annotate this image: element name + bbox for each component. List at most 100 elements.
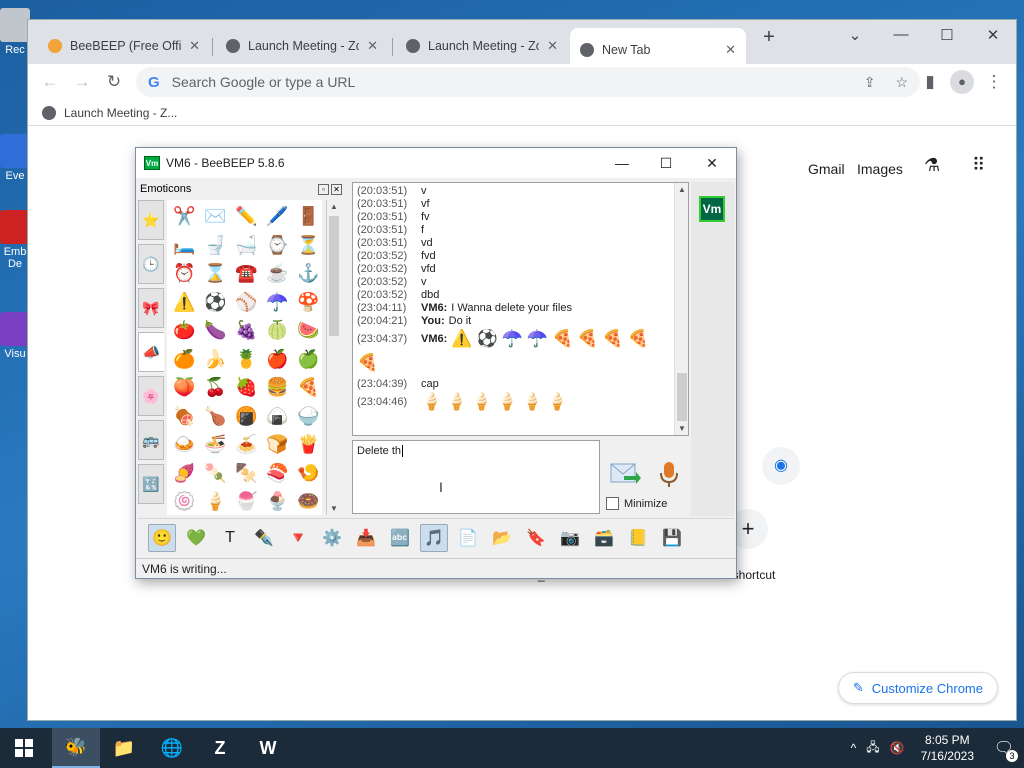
emoticon-item[interactable]: 🍖 xyxy=(169,402,200,431)
emoticon-category-tab[interactable]: ⭐ xyxy=(138,200,164,240)
emoticon-item[interactable]: ☕ xyxy=(262,259,293,288)
emoticon-item[interactable]: ⌛ xyxy=(200,259,231,288)
beebeep-taskbar-icon[interactable]: 🐝 xyxy=(52,728,100,768)
toolbar-button[interactable]: 🗃️ xyxy=(590,524,618,552)
emoticon-category-tab[interactable]: 🔣 xyxy=(138,464,164,504)
scroll-down-icon[interactable]: ▼ xyxy=(675,424,688,433)
close-tab-icon[interactable]: ✕ xyxy=(367,38,378,54)
emoticon-category-tab[interactable]: 🚌 xyxy=(138,420,164,460)
close-tab-icon[interactable]: ✕ xyxy=(725,42,736,58)
emoticon-item[interactable]: ⚽ xyxy=(200,288,231,317)
maximize-icon[interactable]: ☐ xyxy=(932,26,962,44)
profile-avatar-icon[interactable]: ● xyxy=(950,70,974,94)
emoticon-item[interactable]: 🍔 xyxy=(262,373,293,402)
emoticon-item[interactable]: 🍜 xyxy=(200,430,231,459)
emoticon-item[interactable]: 🍨 xyxy=(262,487,293,516)
scroll-up-icon[interactable]: ▲ xyxy=(327,202,341,211)
desktop-icon-visu[interactable]: Visu xyxy=(0,312,30,360)
emoticon-category-tab[interactable]: 📣 xyxy=(138,332,164,372)
emoticon-item[interactable]: 🍒 xyxy=(200,373,231,402)
minimize-icon[interactable]: — xyxy=(886,26,916,43)
network-icon[interactable]: 🖧 xyxy=(862,738,883,759)
emoticon-item[interactable]: 🍦 xyxy=(200,487,231,516)
minimize-checkbox[interactable]: Minimize xyxy=(606,497,667,510)
emoticon-item[interactable]: ✂️ xyxy=(169,202,200,231)
emoticon-item[interactable]: 🍑 xyxy=(169,373,200,402)
maximize-icon[interactable]: ☐ xyxy=(646,152,686,174)
checkbox-box[interactable] xyxy=(606,497,619,510)
close-tab-icon[interactable]: ✕ xyxy=(547,38,558,54)
send-message-icon[interactable] xyxy=(610,460,642,488)
tab-launch-meeting-1[interactable]: Launch Meeting - Zo ✕ xyxy=(216,28,388,64)
w-app-taskbar-icon[interactable]: W xyxy=(244,728,292,768)
close-panel-icon[interactable]: ✕ xyxy=(331,183,342,195)
emoticon-scrollbar[interactable]: ▲ ▼ xyxy=(326,200,340,515)
desktop-icon-emb[interactable]: Emb De xyxy=(0,210,30,270)
emoticon-item[interactable]: 🍍 xyxy=(231,345,262,374)
toolbar-button[interactable]: 📷 xyxy=(556,524,584,552)
chrome-taskbar-icon[interactable]: 🌐 xyxy=(148,728,196,768)
back-icon[interactable]: ← xyxy=(38,70,62,94)
emoticon-item[interactable]: 🍏 xyxy=(293,345,324,374)
close-tab-icon[interactable]: ✕ xyxy=(189,38,200,54)
toolbar-button[interactable]: 🔤 xyxy=(386,524,414,552)
tab-search-icon[interactable]: ⌄ xyxy=(840,26,870,44)
toolbar-button[interactable]: T xyxy=(216,524,244,552)
start-button[interactable] xyxy=(0,728,48,768)
emoticon-item[interactable]: 🍠 xyxy=(169,459,200,488)
menu-dots-icon[interactable]: ⋮ xyxy=(982,70,1006,94)
emoticon-item[interactable]: 🍅 xyxy=(169,316,200,345)
emoticon-item[interactable]: ✉️ xyxy=(200,202,231,231)
emoticon-item[interactable]: 🍌 xyxy=(200,345,231,374)
emoticon-item[interactable]: 🍈 xyxy=(262,316,293,345)
apps-grid-icon[interactable]: ⠿ xyxy=(972,155,985,176)
emoticon-item[interactable]: 🍉 xyxy=(293,316,324,345)
emoticon-item[interactable]: ✏️ xyxy=(231,202,262,231)
bookmark-launch-meeting[interactable]: Launch Meeting - Z... xyxy=(64,106,177,120)
emoticon-category-tab[interactable]: 🌸 xyxy=(138,376,164,416)
scroll-down-icon[interactable]: ▼ xyxy=(327,504,341,513)
minimize-icon[interactable]: — xyxy=(602,152,642,174)
emoticon-item[interactable]: 🍧 xyxy=(231,487,262,516)
emoticon-item[interactable]: ⚓ xyxy=(293,259,324,288)
toolbar-button[interactable]: 🔻 xyxy=(284,524,312,552)
gmail-link[interactable]: Gmail xyxy=(808,161,845,177)
emoticon-item[interactable]: ⚠️ xyxy=(169,288,200,317)
images-link[interactable]: Images xyxy=(857,161,903,177)
tab-beebeep[interactable]: BeeBEEP (Free Office ✕ xyxy=(38,28,210,64)
emoticon-item[interactable]: 🍎 xyxy=(262,345,293,374)
toolbar-button[interactable]: 💾 xyxy=(658,524,686,552)
emoticon-category-tab[interactable]: 🎀 xyxy=(138,288,164,328)
file-explorer-taskbar-icon[interactable]: 📁 xyxy=(100,728,148,768)
emoticon-item[interactable]: ⏰ xyxy=(169,259,200,288)
chat-scrollbar[interactable]: ▲ ▼ xyxy=(674,183,688,435)
emoticon-item[interactable]: ⌚ xyxy=(262,231,293,260)
emoticon-item[interactable]: 🍞 xyxy=(262,430,293,459)
emoticon-item[interactable]: 🍤 xyxy=(293,459,324,488)
toolbar-button[interactable]: 🔖 xyxy=(522,524,550,552)
emoticon-item[interactable]: 🍩 xyxy=(293,487,324,516)
close-window-icon[interactable]: ✕ xyxy=(978,26,1008,44)
emoticon-item[interactable]: 🚪 xyxy=(293,202,324,231)
reload-icon[interactable]: ↻ xyxy=(102,70,126,94)
omnibox[interactable]: G Search Google or type a URL ⇪ ☆ xyxy=(136,67,920,97)
user-avatar-vm6[interactable]: Vm xyxy=(699,196,725,222)
voice-message-icon[interactable] xyxy=(658,460,680,490)
emoticon-item[interactable]: 🍢 xyxy=(231,459,262,488)
bookmark-star-icon[interactable]: ☆ xyxy=(895,74,908,91)
emoticon-item[interactable]: 🍛 xyxy=(169,430,200,459)
labs-flask-icon[interactable]: ⚗ xyxy=(924,155,940,176)
tray-chevron-icon[interactable]: ^ xyxy=(845,741,863,755)
toolbar-button[interactable]: 📥 xyxy=(352,524,380,552)
emoticon-item[interactable]: ☂️ xyxy=(262,288,293,317)
emoticon-item[interactable]: 🛏️ xyxy=(169,231,200,260)
desktop-icon-eve[interactable]: Eve xyxy=(0,134,30,182)
desktop-icon-recycle-bin[interactable]: Rec xyxy=(0,8,30,56)
emoticon-item[interactable]: 🚽 xyxy=(200,231,231,260)
toolbar-button[interactable]: 🎵 xyxy=(420,523,448,552)
emoticon-item[interactable]: ⚾ xyxy=(231,288,262,317)
clock[interactable]: 8:05 PM 7/16/2023 xyxy=(911,732,984,764)
zoom-taskbar-icon[interactable]: Z xyxy=(196,728,244,768)
lens-camera-icon[interactable]: ◉ xyxy=(762,447,800,485)
emoticon-item[interactable]: 🍕 xyxy=(293,373,324,402)
